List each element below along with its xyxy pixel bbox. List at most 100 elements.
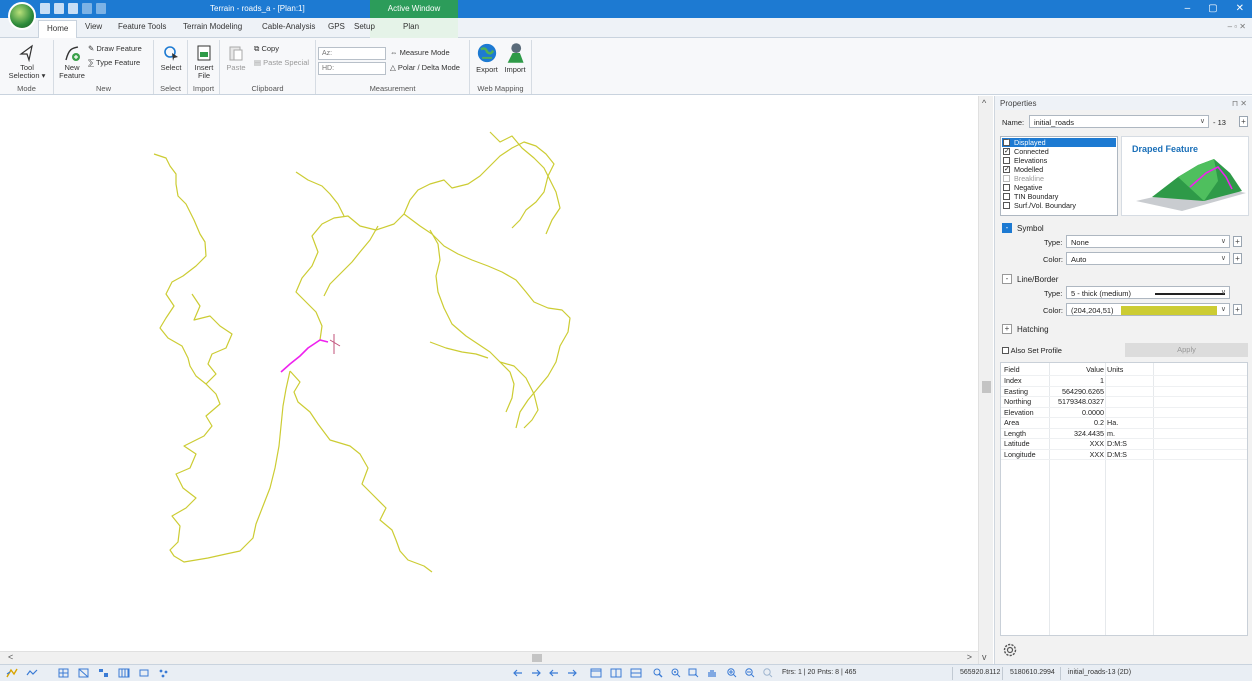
- flag-tin-boundary[interactable]: TIN Boundary: [1002, 192, 1116, 201]
- prev-point-icon[interactable]: [548, 668, 560, 678]
- measure-mode-button[interactable]: ⇔ Measure Mode: [390, 48, 450, 57]
- add-feature-button[interactable]: +: [1239, 116, 1248, 127]
- horizontal-scroll-thumb[interactable]: [532, 654, 542, 662]
- tile-horizontal-icon[interactable]: [630, 668, 642, 678]
- table-row[interactable]: Index 1: [1001, 376, 1247, 387]
- tab-feature-tools[interactable]: Feature Tools: [118, 22, 166, 31]
- mdi-window-controls[interactable]: – ▫ ✕: [1228, 22, 1246, 31]
- feature-name-dropdown[interactable]: initial_roads ∨: [1029, 115, 1209, 128]
- flag-surf-vol-boundary[interactable]: Surf./Vol. Boundary: [1002, 201, 1116, 210]
- horizontal-scrollbar[interactable]: < >: [0, 651, 978, 664]
- app-logo-icon[interactable]: [8, 2, 36, 30]
- type-feature-button[interactable]: ⅀ Type Feature: [88, 58, 140, 67]
- new-file-icon[interactable]: [40, 3, 50, 14]
- tab-home[interactable]: Home: [38, 20, 78, 38]
- gear-icon[interactable]: [1002, 642, 1018, 658]
- add-symbol-type-button[interactable]: +: [1233, 236, 1242, 247]
- import-button[interactable]: Import: [502, 42, 528, 74]
- line-color-dropdown[interactable]: (204,204,51) ∨: [1066, 303, 1230, 316]
- table-row[interactable]: Northing 5179348.0327: [1001, 397, 1247, 408]
- open-file-icon[interactable]: [54, 3, 64, 14]
- paste-special-button[interactable]: ▤ Paste Special: [254, 58, 309, 67]
- first-feature-icon[interactable]: [512, 668, 524, 678]
- draw-feature-button[interactable]: ✎ Draw Feature: [88, 44, 142, 53]
- copy-button[interactable]: ⧉ Copy: [254, 44, 279, 54]
- zoom-window-icon[interactable]: [688, 668, 700, 678]
- tool-selection-button[interactable]: Tool Selection ▾: [4, 44, 50, 80]
- add-symbol-color-button[interactable]: +: [1233, 253, 1242, 264]
- paste-button[interactable]: Paste: [224, 44, 248, 72]
- next-point-icon[interactable]: [566, 668, 578, 678]
- flag-modelled[interactable]: ✓ Modelled: [1002, 165, 1116, 174]
- export-button[interactable]: Export: [474, 42, 500, 74]
- hatching-expand-toggle[interactable]: +: [1002, 324, 1012, 334]
- grid-3d-icon[interactable]: [58, 668, 70, 678]
- tin-icon[interactable]: [78, 668, 90, 678]
- zoom-icon[interactable]: [652, 668, 664, 678]
- zoom-in-icon[interactable]: [670, 668, 682, 678]
- contour-tool-icon[interactable]: [6, 668, 18, 678]
- table-row[interactable]: Elevation 0.0000: [1001, 408, 1247, 418]
- checkbox-icon[interactable]: [1003, 184, 1010, 191]
- checkbox-icon[interactable]: [1003, 193, 1010, 200]
- table-icon[interactable]: [118, 668, 130, 678]
- flag-negative[interactable]: Negative: [1002, 183, 1116, 192]
- table-row[interactable]: Easting 564290.6265: [1001, 387, 1247, 397]
- redo-icon[interactable]: [96, 3, 106, 14]
- checkbox-icon[interactable]: ✓: [1003, 148, 1010, 155]
- scroll-up-icon[interactable]: ^: [982, 98, 986, 108]
- feature-flags-list[interactable]: ✓ Displayed ✓ Connected Elevations ✓ Modell…: [1000, 136, 1118, 216]
- symbol-type-dropdown[interactable]: None ∨: [1066, 235, 1230, 248]
- symbol-collapse-toggle[interactable]: -: [1002, 223, 1012, 233]
- checkbox-icon[interactable]: ✓: [1003, 139, 1010, 146]
- azimuth-field[interactable]: Az:: [318, 47, 386, 60]
- flag-breakline[interactable]: Breakline: [1002, 174, 1116, 183]
- flag-connected[interactable]: ✓ Connected: [1002, 147, 1116, 156]
- zoom-minus-icon[interactable]: [744, 668, 756, 678]
- minimize-button[interactable]: –: [1185, 3, 1191, 14]
- road-network-drawing[interactable]: [0, 96, 978, 651]
- scroll-down-icon[interactable]: v: [982, 652, 987, 662]
- panel-pin-close[interactable]: ⊓ ✕: [1232, 99, 1247, 108]
- line-border-collapse-toggle[interactable]: -: [1002, 274, 1012, 284]
- tab-terrain-modeling[interactable]: Terrain Modeling: [183, 22, 242, 31]
- select-button[interactable]: Select: [157, 44, 185, 72]
- also-set-profile-checkbox[interactable]: Also Set Profile: [1002, 346, 1062, 355]
- vertical-scrollbar[interactable]: ^ v: [978, 96, 993, 664]
- layers-icon[interactable]: [98, 668, 110, 678]
- insert-file-button[interactable]: Insert File: [190, 44, 218, 80]
- close-button[interactable]: ✕: [1236, 3, 1244, 14]
- polar-delta-mode-button[interactable]: △ Polar / Delta Mode: [390, 63, 460, 72]
- table-row[interactable]: Latitude XXX D:M:S: [1001, 439, 1247, 450]
- symbol-color-dropdown[interactable]: Auto ∨: [1066, 252, 1230, 265]
- window-icon[interactable]: [590, 668, 602, 678]
- new-feature-button[interactable]: New Feature: [58, 44, 86, 80]
- next-feature-icon[interactable]: [530, 668, 542, 678]
- checkbox-icon[interactable]: [1003, 202, 1010, 209]
- save-icon[interactable]: [68, 3, 78, 14]
- tile-vertical-icon[interactable]: [610, 668, 622, 678]
- tab-setup[interactable]: Setup: [354, 22, 375, 31]
- checkbox-icon[interactable]: [1002, 347, 1009, 354]
- tab-gps[interactable]: GPS: [328, 22, 345, 31]
- table-row[interactable]: Area 0.2 Ha.: [1001, 418, 1247, 429]
- tab-cable-analysis[interactable]: Cable-Analysis: [262, 22, 315, 31]
- points-icon[interactable]: [158, 668, 170, 678]
- zoom-plus-icon[interactable]: [726, 668, 738, 678]
- tab-plan[interactable]: Plan: [403, 22, 419, 31]
- polygon-icon[interactable]: [138, 668, 150, 678]
- flag-elevations[interactable]: Elevations: [1002, 156, 1116, 165]
- scroll-left-icon[interactable]: <: [8, 652, 13, 662]
- line-type-dropdown[interactable]: 5 - thick (medium) ∨: [1066, 286, 1230, 299]
- polyline-tool-icon[interactable]: [26, 668, 38, 678]
- vertical-scroll-thumb[interactable]: [982, 381, 991, 393]
- add-line-color-button[interactable]: +: [1233, 304, 1242, 315]
- checkbox-icon[interactable]: ✓: [1003, 166, 1010, 173]
- flag-displayed[interactable]: ✓ Displayed: [1002, 138, 1116, 147]
- scroll-right-icon[interactable]: >: [967, 652, 972, 662]
- horizontal-distance-field[interactable]: HD:: [318, 62, 386, 75]
- tab-view[interactable]: View: [85, 22, 102, 31]
- table-row[interactable]: Longitude XXX D:M:S: [1001, 450, 1247, 460]
- undo-icon[interactable]: [82, 3, 92, 14]
- table-row[interactable]: Length 324.4435 m.: [1001, 429, 1247, 439]
